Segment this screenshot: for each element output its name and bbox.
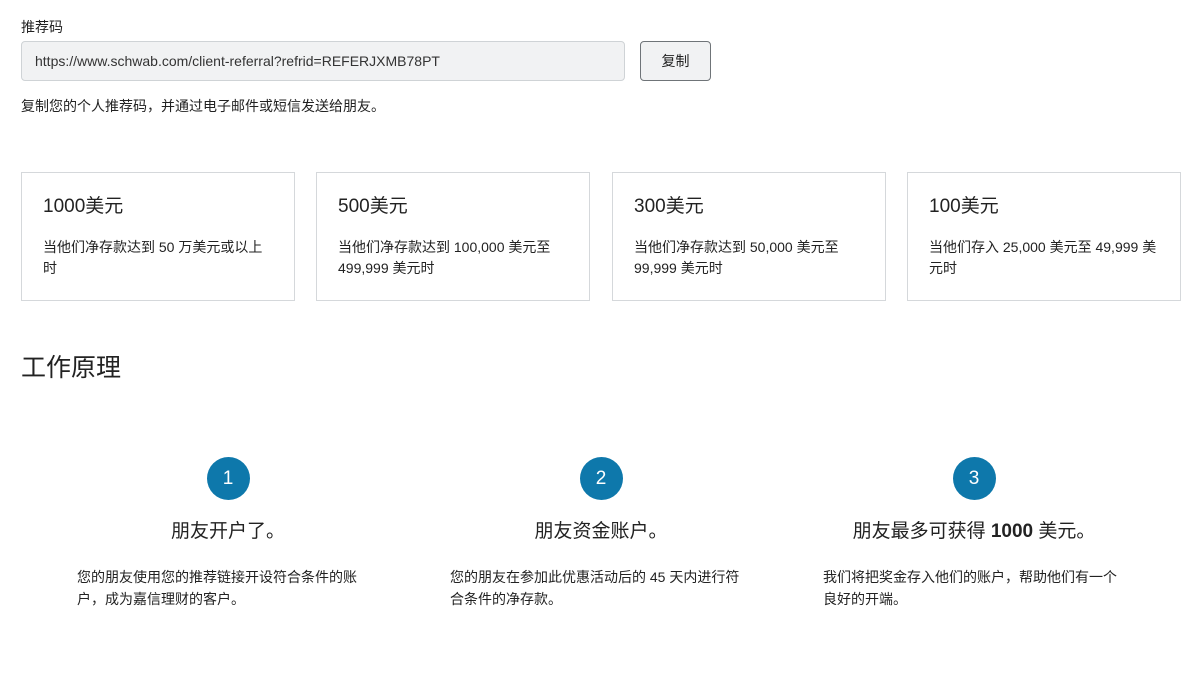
step-title: 朋友最多可获得 1000 美元。 <box>814 520 1134 544</box>
referral-page: 推荐码 复制 复制您的个人推荐码，并通过电子邮件或短信发送给朋友。 1000美元… <box>0 0 1200 673</box>
tier-amount: 500美元 <box>338 196 408 217</box>
tier-amount: 300美元 <box>634 196 704 217</box>
step-title: 朋友资金账户。 <box>534 521 668 542</box>
step-title-suffix: 美元。 <box>1033 521 1096 542</box>
copy-button[interactable]: 复制 <box>640 41 711 81</box>
step-1-description: 您的朋友使用您的推荐链接开设符合条件的账户，成为嘉信理财的客户。 <box>77 569 357 607</box>
tier-card-500: 500美元 当他们净存款达到 100,000 美元至 499,999 美元时 <box>316 172 590 301</box>
tier-amount: 1000美元 <box>43 196 124 217</box>
referral-url-input[interactable] <box>21 41 625 81</box>
how-it-works-title: 工作原理 <box>21 354 122 382</box>
step-number-badge: 2 <box>579 457 623 500</box>
tier-amount: 100美元 <box>929 196 999 217</box>
step-title-prefix: 朋友最多可获得 <box>852 521 991 542</box>
step-2-description: 您的朋友在参加此优惠活动后的 45 天内进行符合条件的净存款。 <box>450 569 740 607</box>
tier-description: 当他们存入 25,000 美元至 49,999 美元时 <box>929 239 1157 276</box>
tier-description: 当他们净存款达到 50,000 美元至 99,999 美元时 <box>634 239 839 276</box>
step-2: 2 朋友资金账户。 <box>441 457 761 544</box>
step-3: 3 朋友最多可获得 1000 美元。 <box>814 457 1134 544</box>
step-3-description: 我们将把奖金存入他们的账户，帮助他们有一个良好的开端。 <box>823 569 1117 607</box>
step-number-badge: 1 <box>206 457 250 500</box>
step-title: 朋友开户了。 <box>170 521 285 542</box>
tier-description: 当他们净存款达到 50 万美元或以上时 <box>43 239 263 276</box>
tier-card-100: 100美元 当他们存入 25,000 美元至 49,999 美元时 <box>907 172 1181 301</box>
referral-code-label: 推荐码 <box>21 19 63 35</box>
referral-helper-text: 复制您的个人推荐码，并通过电子邮件或短信发送给朋友。 <box>21 98 385 114</box>
step-1: 1 朋友开户了。 <box>68 457 388 544</box>
step-number-badge: 3 <box>952 457 996 500</box>
tier-card-300: 300美元 当他们净存款达到 50,000 美元至 99,999 美元时 <box>612 172 886 301</box>
step-title-amount: 1000 <box>990 521 1034 542</box>
tier-card-1000: 1000美元 当他们净存款达到 50 万美元或以上时 <box>21 172 295 301</box>
tier-description: 当他们净存款达到 100,000 美元至 499,999 美元时 <box>338 239 551 276</box>
